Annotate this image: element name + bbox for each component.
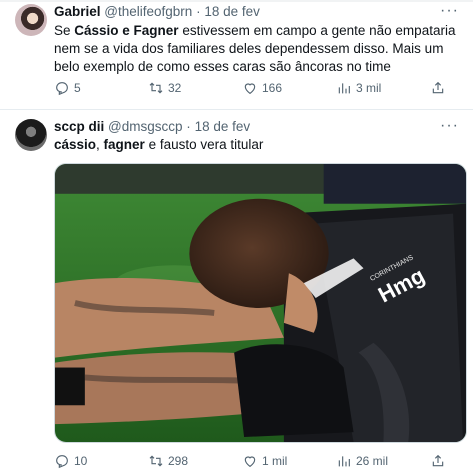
tweet[interactable]: Gabriel @thelifeofgbrn · 18 de fev ··· S… (0, 0, 473, 110)
avatar[interactable] (15, 119, 47, 151)
tweet-actions: 10 298 1 mil 26 mil (54, 453, 466, 473)
tweet-media-photo[interactable]: Hmg CORINTHIANS (54, 163, 467, 443)
like-count: 166 (262, 81, 283, 95)
reply-count: 10 (74, 454, 88, 468)
more-icon[interactable]: ··· (440, 2, 459, 20)
retweet-icon (149, 455, 163, 467)
reply-icon (56, 455, 68, 469)
display-name[interactable]: Gabriel (54, 4, 101, 19)
like-button[interactable]: 166 (242, 80, 282, 96)
views-button[interactable]: 3 mil (336, 80, 381, 96)
user-handle[interactable]: @thelifeofgbrn (104, 4, 192, 19)
separator: · (196, 4, 201, 19)
share-button[interactable] (430, 80, 450, 96)
display-name[interactable]: sccp dii (54, 119, 104, 134)
tweet-divider (0, 109, 473, 110)
tweet-text: Se Cássio e Fagner estivessem em campo a… (54, 22, 460, 76)
like-count: 1 mil (262, 454, 288, 468)
reply-icon (56, 82, 68, 96)
share-button[interactable] (430, 453, 450, 469)
like-icon (244, 83, 256, 95)
text-segment: Se (54, 23, 75, 38)
avatar[interactable] (15, 4, 47, 36)
retweet-count: 32 (168, 81, 182, 95)
retweet-button[interactable]: 298 (148, 453, 188, 469)
retweet-button[interactable]: 32 (148, 80, 181, 96)
separator: · (186, 119, 191, 134)
tweet-date[interactable]: 18 de fev (204, 4, 260, 19)
retweet-count: 298 (168, 454, 189, 468)
text-bold-segment: Cássio e Fagner (74, 23, 179, 38)
more-icon[interactable]: ··· (440, 117, 459, 135)
views-count: 3 mil (356, 81, 382, 95)
text-segment: fausto vera titular (159, 137, 264, 152)
tweet-header: sccp dii @dmsgsccp · 18 de fev (54, 118, 250, 136)
tweet-text: cássio, fagner e fausto vera titular (54, 136, 460, 154)
like-icon (244, 456, 256, 468)
share-icon (432, 81, 444, 94)
reply-button[interactable]: 10 (54, 453, 87, 469)
tweet-header: Gabriel @thelifeofgbrn · 18 de fev (54, 3, 260, 21)
tweet[interactable]: sccp dii @dmsgsccp · 18 de fev ··· cássi… (0, 111, 473, 475)
share-icon (432, 454, 444, 467)
text-segment: e (144, 137, 160, 152)
tweet-actions: 5 32 166 3 mil (54, 80, 466, 100)
views-icon (338, 83, 350, 94)
text-bold-segment: fagner (103, 137, 145, 152)
tweet-date[interactable]: 18 de fev (195, 119, 251, 134)
views-count: 26 mil (356, 454, 389, 468)
reply-button[interactable]: 5 (54, 80, 81, 96)
like-button[interactable]: 1 mil (242, 453, 287, 469)
retweet-icon (149, 82, 163, 94)
reply-count: 5 (74, 81, 81, 95)
text-bold-segment: cássio (54, 137, 97, 152)
views-button[interactable]: 26 mil (336, 453, 388, 469)
user-handle[interactable]: @dmsgsccp (108, 119, 182, 134)
views-icon (338, 456, 350, 467)
photo-illustration: Hmg CORINTHIANS (55, 164, 466, 442)
text-segment: , (96, 137, 104, 152)
